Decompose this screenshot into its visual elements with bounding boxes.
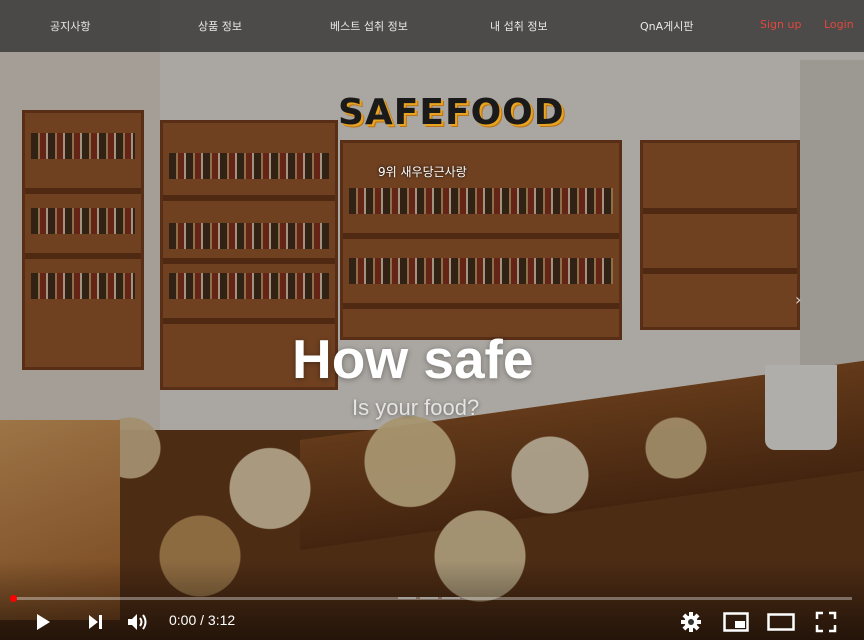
fullscreen-icon — [815, 611, 837, 633]
nav-qna-board[interactable]: QnA게시판 — [640, 18, 694, 34]
nav-my-intake[interactable]: 내 섭취 정보 — [490, 18, 548, 34]
site-logo[interactable]: SAFEFOOD — [338, 92, 565, 133]
settings-icon — [681, 612, 701, 632]
hero-headline: How safe — [292, 328, 534, 390]
miniplayer-icon — [723, 612, 749, 632]
time-display: 0:00 / 3:12 — [169, 612, 235, 628]
top-navigation: 공지사항 상품 정보 베스트 섭취 정보 내 섭취 정보 QnA게시판 Sign… — [0, 0, 864, 52]
carousel-next-icon[interactable]: › — [795, 290, 801, 309]
time-separator: / — [200, 612, 205, 628]
signup-link[interactable]: Sign up — [760, 18, 801, 31]
time-total: 3:12 — [207, 612, 236, 628]
nav-best-intake[interactable]: 베스트 섭취 정보 — [330, 18, 408, 34]
volume-button[interactable] — [124, 610, 152, 634]
progress-bar[interactable] — [12, 597, 852, 600]
settings-button[interactable] — [678, 610, 704, 634]
rank-ticker: 9위 새우당근사랑 — [378, 165, 467, 179]
next-button[interactable] — [82, 610, 108, 634]
time-current: 0:00 — [169, 612, 197, 628]
nav-product-info[interactable]: 상품 정보 — [198, 18, 242, 34]
miniplayer-button[interactable] — [722, 610, 750, 634]
nav-notice[interactable]: 공지사항 — [50, 18, 90, 34]
scrubber-handle[interactable] — [10, 595, 17, 602]
login-link[interactable]: Login — [824, 18, 854, 31]
video-player[interactable]: 공지사항 상품 정보 베스트 섭취 정보 내 섭취 정보 QnA게시판 Sign… — [0, 0, 864, 640]
theater-button[interactable] — [766, 610, 796, 634]
play-button[interactable] — [30, 610, 56, 634]
next-icon — [89, 615, 102, 629]
fullscreen-button[interactable] — [812, 610, 840, 634]
theater-icon — [767, 613, 795, 631]
volume-icon — [128, 614, 147, 630]
play-icon — [37, 614, 50, 630]
hero-subline: Is your food? — [352, 395, 480, 420]
